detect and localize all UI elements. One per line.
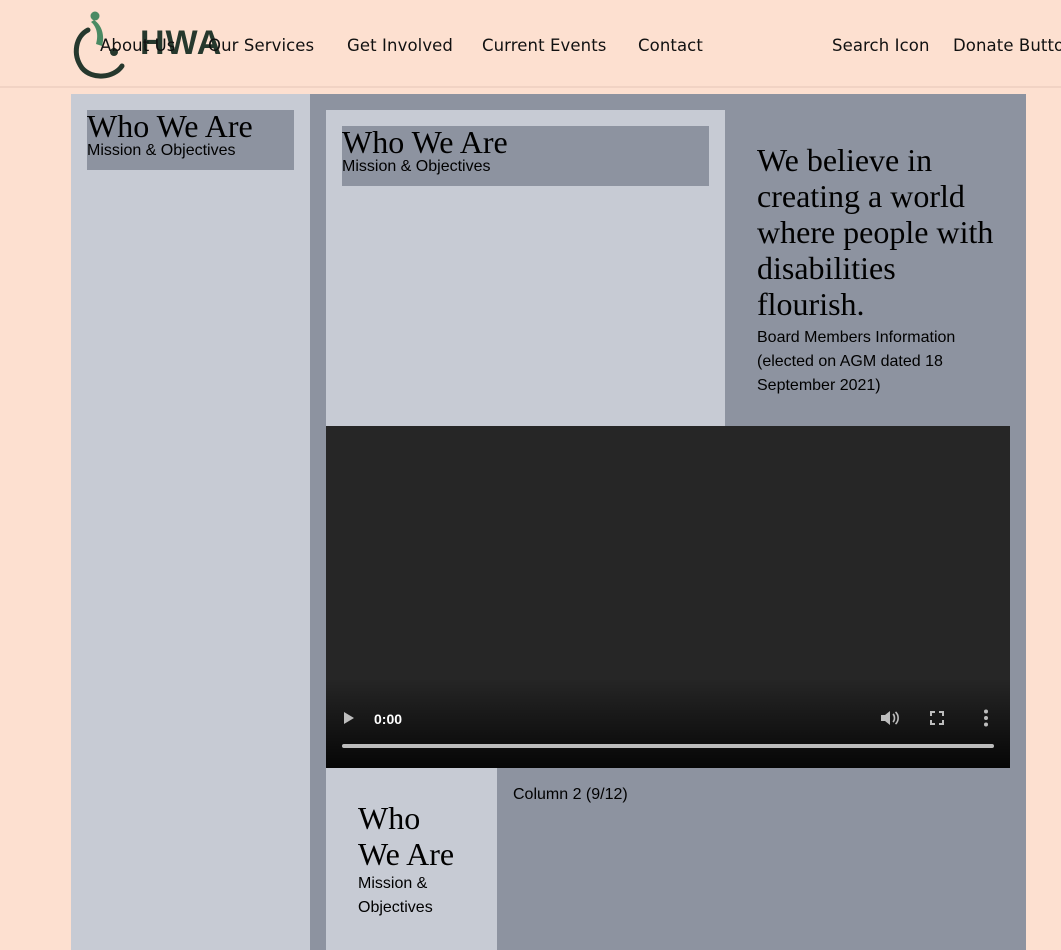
video-progress-bar[interactable] (342, 744, 994, 748)
bottom-column-1: Who We Are Mission & Objectives (326, 768, 497, 950)
video-player[interactable]: 0:00 (326, 426, 1010, 768)
belief-statement: We believe in creating a world where peo… (757, 142, 994, 322)
bottom-column-2-label: Column 2 (9/12) (513, 786, 628, 803)
main-subtitle: Mission & Objectives (342, 158, 491, 175)
bottom-title-block: Who We Are Mission & Objectives (358, 800, 468, 920)
more-options-icon[interactable] (982, 709, 990, 727)
board-info: Board Members Information (elected on AG… (757, 329, 956, 394)
nav-get-involved[interactable]: Get Involved (347, 34, 453, 58)
nav-our-services[interactable]: Our Services (208, 34, 314, 58)
sidebar-title: Who We Are (87, 108, 253, 144)
belief-block: We believe in creating a world where peo… (757, 142, 997, 398)
page-content: Who We Are Mission & Objectives Who We A… (71, 94, 1026, 950)
volume-icon[interactable] (880, 710, 900, 726)
nav-contact[interactable]: Contact (638, 34, 703, 58)
sidebar: Who We Are Mission & Objectives (71, 94, 310, 950)
site-header: HWA About Us Our Services Get Involved C… (0, 0, 1061, 88)
sidebar-subtitle: Mission & Objectives (87, 142, 236, 159)
sidebar-title-block: Who We Are Mission & Objectives (87, 110, 294, 170)
video-time: 0:00 (374, 711, 403, 727)
fullscreen-icon[interactable] (930, 711, 944, 725)
main-title-block: Who We Are Mission & Objectives (342, 126, 709, 186)
nav-about-us[interactable]: About Us (100, 34, 176, 58)
nav-current-events[interactable]: Current Events (482, 34, 606, 58)
main-title: Who We Are (342, 124, 508, 160)
video-controls-shade (326, 678, 1010, 768)
main-title-panel: Who We Are Mission & Objectives (326, 110, 725, 426)
bottom-subtitle: Mission & Objectives (358, 875, 433, 916)
search-button[interactable]: Search Icon (832, 34, 930, 58)
donate-button[interactable]: Donate Button (953, 34, 1061, 58)
play-icon[interactable] (344, 712, 354, 724)
bottom-title: Who We Are (358, 800, 455, 872)
